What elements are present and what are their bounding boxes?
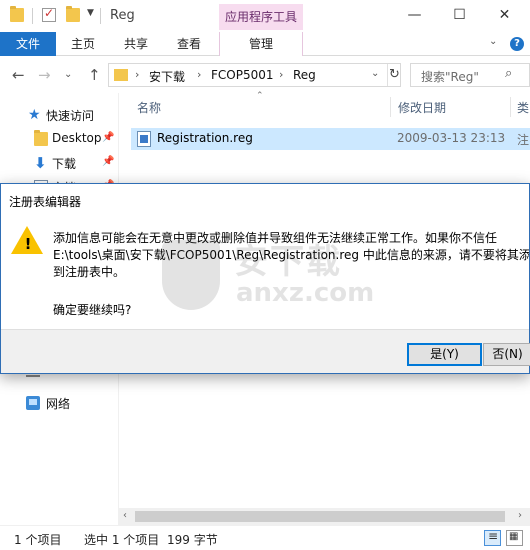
nav-item-downloads[interactable]: ⬇ 下载 📌: [0, 151, 118, 175]
breadcrumb-item[interactable]: 安下载: [149, 68, 185, 85]
dialog-message-line: 到注册表中。: [53, 265, 126, 279]
breadcrumb-separator[interactable]: ›: [279, 68, 283, 81]
quick-access-dropdown-icon[interactable]: ▼: [87, 8, 94, 18]
horizontal-scrollbar[interactable]: ‹ ›: [118, 508, 530, 525]
tab-home[interactable]: 主页: [71, 32, 95, 56]
nav-item-desktop[interactable]: Desktop 📌: [0, 127, 118, 151]
scroll-right-icon[interactable]: ›: [518, 510, 522, 521]
pin-icon[interactable]: 📌: [102, 156, 114, 167]
dialog-title: 注册表编辑器: [9, 195, 82, 209]
registry-editor-dialog: 注册表编辑器 ! 添加信息可能会在无意中更改或删除值并导致组件无法继续正常工作。…: [0, 183, 530, 374]
column-divider[interactable]: [390, 97, 391, 117]
context-tab-group-label: 应用程序工具: [219, 4, 303, 30]
column-header-modified[interactable]: 修改日期: [398, 99, 446, 116]
nav-label: 快速访问: [46, 109, 95, 123]
dialog-message-line: 添加信息可能会在无意中更改或删除值并导致组件无法继续正常工作。如果你不信任: [53, 231, 498, 245]
properties-check-icon[interactable]: [42, 6, 56, 22]
tab-manage[interactable]: 管理: [219, 32, 303, 56]
scrollbar-thumb[interactable]: [135, 511, 505, 522]
warning-mark: !: [24, 235, 32, 253]
toolbar-separator: [32, 8, 33, 24]
address-bar[interactable]: › 安下载 › FCOP5001 › Reg ⌄ ↻: [108, 63, 401, 87]
dialog-footer: 是(Y) 否(N): [1, 329, 530, 373]
address-dropdown-icon[interactable]: ⌄: [371, 68, 383, 79]
nav-partial-item-icon: [26, 375, 40, 377]
scroll-left-icon[interactable]: ‹: [123, 510, 127, 521]
large-icons-view-icon[interactable]: [506, 530, 523, 546]
download-icon: ⬇: [34, 154, 47, 172]
status-item-count: 1 个项目: [14, 533, 62, 547]
breadcrumb-separator[interactable]: ›: [197, 68, 201, 81]
folder-icon: [114, 69, 128, 81]
search-icon[interactable]: ⌕: [505, 66, 512, 81]
dialog-message-line: E:\tools\桌面\安下载\FCOP5001\Reg\Registratio…: [53, 248, 529, 262]
nav-label: 网络: [46, 397, 71, 411]
status-selection: 选中 1 个项目: [84, 533, 160, 547]
table-row[interactable]: Registration.reg 2009-03-13 23:13 注: [131, 128, 530, 150]
breadcrumb-item[interactable]: Reg: [293, 68, 316, 82]
nav-label: Desktop: [52, 131, 102, 145]
breadcrumb-item[interactable]: FCOP5001: [211, 68, 274, 82]
up-button[interactable]: ↑: [88, 66, 101, 84]
nav-item-quick-access[interactable]: ★ 快速访问: [0, 103, 118, 127]
network-icon: [26, 396, 40, 410]
refresh-icon[interactable]: ↻: [387, 64, 401, 86]
tab-share[interactable]: 共享: [124, 32, 148, 56]
forward-button[interactable]: →: [38, 66, 51, 84]
dialog-message: 添加信息可能会在无意中更改或删除值并导致组件无法继续正常工作。如果你不信任 E:…: [53, 230, 529, 281]
details-view-icon[interactable]: [484, 529, 501, 546]
tab-view[interactable]: 查看: [177, 32, 201, 56]
status-size: 199 字节: [167, 533, 218, 547]
file-name: Registration.reg: [157, 131, 253, 145]
file-modified: 2009-03-13 23:13: [397, 131, 506, 145]
close-button[interactable]: ✕: [482, 0, 527, 30]
breadcrumb-separator[interactable]: ›: [135, 68, 139, 81]
tab-file[interactable]: 文件: [0, 32, 56, 56]
toolbar-separator: [100, 8, 101, 24]
address-row: ← → ⌄ ↑ › 安下载 › FCOP5001 › Reg ⌄ ↻ 搜索"Re…: [0, 57, 530, 93]
registry-file-icon: [137, 131, 151, 147]
folder-icon: [10, 6, 24, 22]
window-title: Reg: [110, 8, 135, 23]
title-bar: ▼ Reg 应用程序工具 — ☐ ✕: [0, 0, 530, 32]
folder-icon: [34, 130, 48, 146]
yes-button[interactable]: 是(Y): [407, 343, 482, 366]
no-button[interactable]: 否(N): [483, 343, 530, 366]
nav-label: 下载: [52, 157, 77, 171]
ribbon-tabs: 文件 主页 共享 查看 管理 ⌄ ?: [0, 32, 530, 56]
column-header-name[interactable]: 名称: [137, 99, 161, 116]
maximize-button[interactable]: ☐: [437, 0, 482, 30]
column-header-type[interactable]: 类: [517, 99, 529, 116]
dialog-question: 确定要继续吗?: [53, 303, 132, 317]
sort-indicator-icon: ⌃: [256, 91, 264, 101]
search-placeholder: 搜索"Reg": [421, 70, 479, 84]
help-icon[interactable]: ?: [510, 37, 524, 51]
search-input[interactable]: 搜索"Reg" ⌕: [410, 63, 530, 87]
column-divider[interactable]: [510, 97, 511, 117]
minimize-button[interactable]: —: [392, 0, 437, 30]
new-folder-icon[interactable]: [66, 6, 80, 22]
status-bar: 1 个项目 选中 1 个项目 199 字节: [0, 525, 530, 550]
ribbon-collapse-icon[interactable]: ⌄: [489, 36, 497, 47]
star-icon: ★: [28, 107, 41, 123]
nav-item-network[interactable]: 网络: [0, 391, 118, 415]
recent-locations-icon[interactable]: ⌄: [64, 69, 72, 80]
pin-icon[interactable]: 📌: [102, 132, 114, 143]
file-type: 注: [517, 133, 530, 147]
back-button[interactable]: ←: [12, 66, 25, 84]
